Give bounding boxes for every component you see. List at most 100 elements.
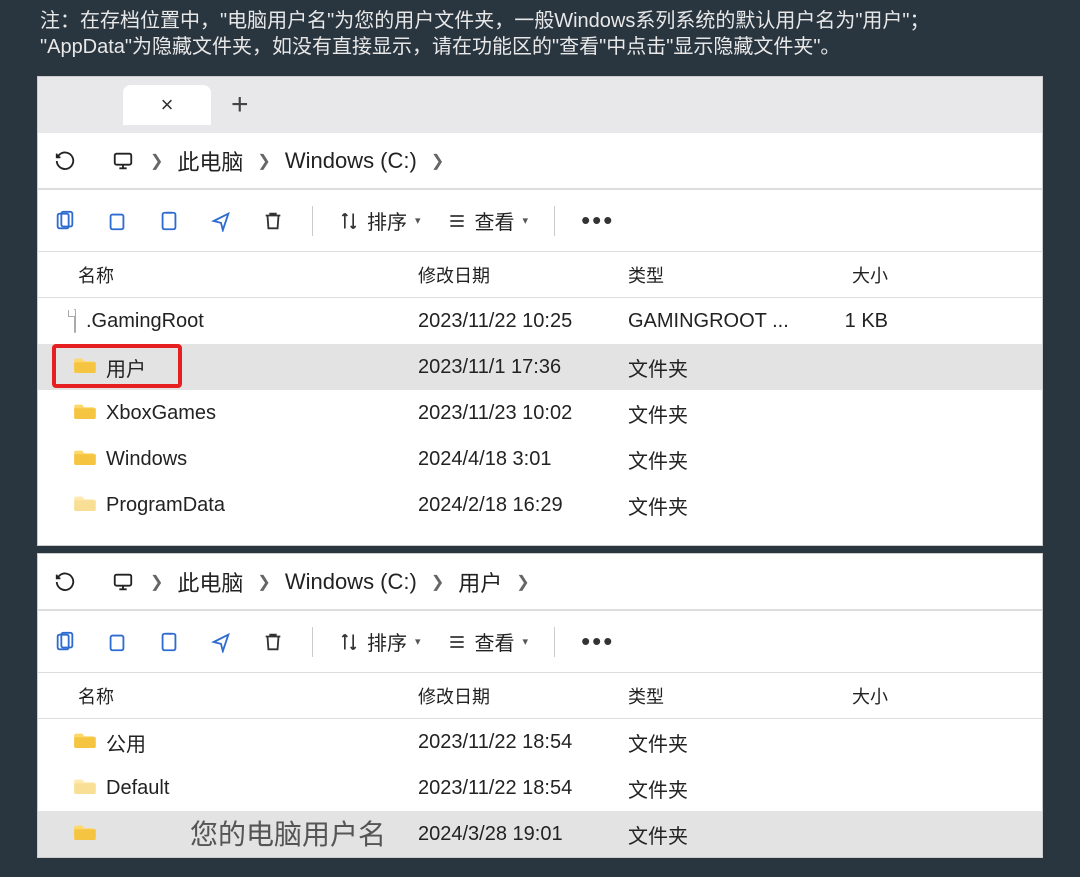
folder-icon — [74, 776, 96, 800]
sort-button[interactable]: 排序 ▾ — [339, 627, 421, 656]
folder-icon — [74, 730, 96, 754]
delete-icon[interactable] — [260, 629, 286, 655]
explorer-window-1: × + ❯ 此电脑 ❯ Windows (C:) ❯ 排序 ▾ 查看 ▾ — [37, 76, 1043, 546]
item-type: 文件夹 — [628, 353, 808, 382]
item-name: Windows — [106, 448, 187, 471]
refresh-icon[interactable] — [52, 148, 78, 174]
folder-icon — [74, 447, 96, 471]
chevron-right-icon: ❯ — [146, 572, 167, 592]
col-date[interactable]: 修改日期 — [418, 683, 628, 709]
item-type: 文件夹 — [628, 728, 808, 757]
copy-icon[interactable] — [104, 208, 130, 234]
folder-icon — [74, 822, 96, 846]
item-date: 2023/11/22 10:25 — [418, 310, 628, 333]
separator — [312, 206, 313, 236]
item-type: 文件夹 — [628, 445, 808, 474]
toolbar: 排序 ▾ 查看 ▾ ••• — [38, 190, 1042, 252]
copy-icon[interactable] — [104, 629, 130, 655]
file-icon — [74, 310, 76, 333]
paste-icon[interactable] — [156, 208, 182, 234]
item-date: 2024/2/18 16:29 — [418, 494, 628, 517]
file-list: 公用2023/11/22 18:54文件夹Default2023/11/22 1… — [38, 719, 1042, 857]
username-overlay: 您的电脑用户名 — [188, 813, 388, 853]
new-tab-button[interactable]: + — [231, 88, 249, 122]
tab-close-button[interactable]: × — [123, 85, 211, 125]
item-type: GAMINGROOT ... — [628, 310, 808, 333]
col-size[interactable]: 大小 — [808, 683, 928, 709]
folder-icon — [74, 493, 96, 517]
new-icon[interactable] — [52, 208, 78, 234]
separator — [554, 627, 555, 657]
folder-icon — [74, 401, 96, 425]
column-headers: 名称 修改日期 类型 大小 — [38, 252, 1042, 298]
view-label: 查看 — [475, 206, 515, 235]
chevron-right-icon: ❯ — [146, 151, 167, 171]
table-row[interactable]: .GamingRoot 2023/11/22 10:25GAMINGROOT ..… — [38, 298, 1042, 344]
caret-down-icon: ▾ — [523, 214, 529, 227]
item-name: XboxGames — [106, 402, 216, 425]
view-button[interactable]: 查看 ▾ — [447, 206, 529, 235]
crumb-thispc[interactable]: 此电脑 — [177, 566, 243, 598]
chevron-right-icon: ❯ — [512, 572, 533, 592]
table-row[interactable]: XboxGames 2023/11/23 10:02文件夹 — [38, 390, 1042, 436]
table-row[interactable]: Windows 2024/4/18 3:01文件夹 — [38, 436, 1042, 482]
col-type[interactable]: 类型 — [628, 262, 808, 288]
item-name: 用户 — [106, 353, 146, 382]
col-type[interactable]: 类型 — [628, 683, 808, 709]
explorer-window-2: ❯ 此电脑 ❯ Windows (C:) ❯ 用户 ❯ 排序 ▾ 查看 ▾ ••… — [37, 553, 1043, 858]
table-row[interactable]: ProgramData2024/2/18 16:29文件夹 — [38, 482, 1042, 528]
address-bar: ❯ 此电脑 ❯ Windows (C:) ❯ — [38, 133, 1042, 189]
item-date: 2024/4/18 3:01 — [418, 448, 628, 471]
table-row[interactable]: 公用 2023/11/22 18:54文件夹 — [38, 719, 1042, 765]
item-type: 文件夹 — [628, 774, 808, 803]
caret-down-icon: ▾ — [523, 635, 529, 648]
refresh-icon[interactable] — [52, 569, 78, 595]
item-date: 2023/11/23 10:02 — [418, 402, 628, 425]
item-type: 文件夹 — [628, 399, 808, 428]
col-name[interactable]: 名称 — [38, 262, 418, 288]
col-date[interactable]: 修改日期 — [418, 262, 628, 288]
item-size: 1 KB — [808, 310, 928, 333]
sort-label: 排序 — [367, 206, 407, 235]
item-name: ProgramData — [106, 494, 225, 517]
crumb-drive[interactable]: Windows (C:) — [285, 569, 417, 595]
item-name: 公用 — [106, 728, 146, 757]
sort-label: 排序 — [367, 627, 407, 656]
chevron-right-icon: ❯ — [427, 572, 448, 592]
chevron-right-icon: ❯ — [427, 151, 448, 171]
separator — [312, 627, 313, 657]
instruction-note: 注：在存档位置中，"电脑用户名"为您的用户文件夹，一般Windows系列系统的默… — [0, 0, 1080, 68]
paste-icon[interactable] — [156, 629, 182, 655]
sort-button[interactable]: 排序 ▾ — [339, 206, 421, 235]
col-size[interactable]: 大小 — [808, 262, 928, 288]
item-type: 文件夹 — [628, 820, 808, 849]
column-headers: 名称 修改日期 类型 大小 — [38, 673, 1042, 719]
share-icon[interactable] — [208, 629, 234, 655]
share-icon[interactable] — [208, 208, 234, 234]
item-name: .GamingRoot — [86, 310, 204, 333]
monitor-icon[interactable] — [110, 569, 136, 595]
delete-icon[interactable] — [260, 208, 286, 234]
tab-strip: × + — [38, 77, 1042, 133]
more-button[interactable]: ••• — [581, 205, 614, 236]
file-list: .GamingRoot 2023/11/22 10:25GAMINGROOT ..… — [38, 298, 1042, 528]
col-name[interactable]: 名称 — [38, 683, 418, 709]
table-row[interactable]: Default2023/11/22 18:54文件夹 — [38, 765, 1042, 811]
caret-down-icon: ▾ — [415, 214, 421, 227]
chevron-right-icon: ❯ — [253, 151, 274, 171]
item-date: 2023/11/1 17:36 — [418, 356, 628, 379]
crumb-drive[interactable]: Windows (C:) — [285, 148, 417, 174]
folder-icon — [74, 355, 96, 379]
view-button[interactable]: 查看 ▾ — [447, 627, 529, 656]
monitor-icon[interactable] — [110, 148, 136, 174]
crumb-users[interactable]: 用户 — [458, 566, 502, 598]
more-button[interactable]: ••• — [581, 626, 614, 657]
crumb-thispc[interactable]: 此电脑 — [177, 145, 243, 177]
caret-down-icon: ▾ — [415, 635, 421, 648]
item-date: 2023/11/22 18:54 — [418, 731, 628, 754]
separator — [554, 206, 555, 236]
new-icon[interactable] — [52, 629, 78, 655]
item-date: 2023/11/22 18:54 — [418, 777, 628, 800]
table-row[interactable]: 用户 2023/11/1 17:36文件夹 — [38, 344, 1042, 390]
chevron-right-icon: ❯ — [253, 572, 274, 592]
